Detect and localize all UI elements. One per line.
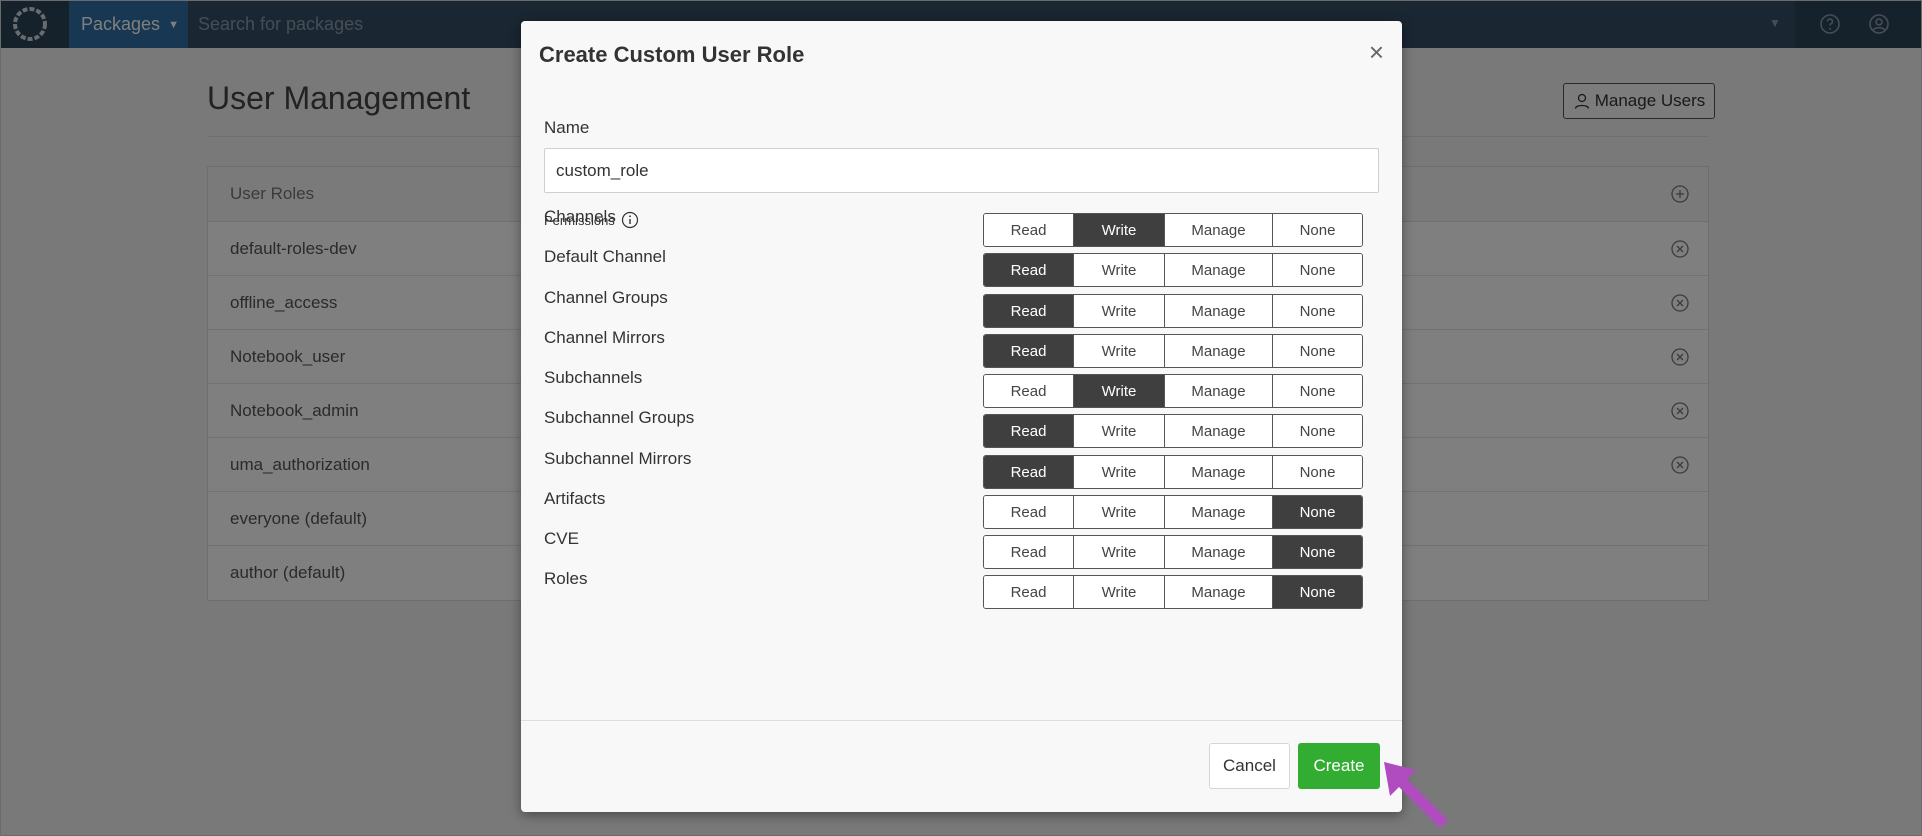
permission-level-toggle: Read Write Manage None: [983, 575, 1363, 609]
permission-name: Subchannel Groups: [544, 408, 695, 427]
create-role-modal: Create Custom User Role × Name Permissio…: [521, 21, 1402, 812]
permission-option-write[interactable]: Write: [1073, 415, 1164, 447]
permission-option-manage[interactable]: Manage: [1164, 295, 1272, 327]
role-name-field[interactable]: [544, 148, 1379, 193]
permission-option-read[interactable]: Read: [984, 415, 1073, 447]
permission-row: Channel Groups Read Write Manage None: [544, 288, 1364, 328]
permission-name: Subchannel Mirrors: [544, 449, 692, 468]
permission-level-toggle: Read Write Manage None: [983, 334, 1363, 368]
permission-option-write[interactable]: Write: [1073, 576, 1164, 608]
permission-name: CVE: [544, 529, 579, 548]
permission-option-read[interactable]: Read: [984, 536, 1073, 568]
permission-level-toggle: Read Write Manage None: [983, 253, 1363, 287]
permission-name: Artifacts: [544, 489, 606, 508]
permission-option-write[interactable]: Write: [1073, 254, 1164, 286]
permission-option-none[interactable]: None: [1272, 415, 1362, 447]
permission-level-toggle: Read Write Manage None: [983, 495, 1363, 529]
permission-option-write[interactable]: Write: [1073, 214, 1164, 246]
modal-title: Create Custom User Role: [539, 42, 805, 67]
permission-option-read[interactable]: Read: [984, 456, 1073, 488]
permission-option-manage[interactable]: Manage: [1164, 415, 1272, 447]
permission-row: Subchannel Groups Read Write Manage None: [544, 408, 1364, 448]
permission-level-toggle: Read Write Manage None: [983, 455, 1363, 489]
permission-name: Channels: [544, 207, 616, 226]
permission-level-toggle: Read Write Manage None: [983, 294, 1363, 328]
permission-option-read[interactable]: Read: [984, 335, 1073, 367]
permission-row: Channel Mirrors Read Write Manage None: [544, 328, 1364, 368]
permission-option-write[interactable]: Write: [1073, 496, 1164, 528]
permission-option-manage[interactable]: Manage: [1164, 576, 1272, 608]
permission-name: Default Channel: [544, 247, 666, 266]
permission-option-write[interactable]: Write: [1073, 295, 1164, 327]
permission-option-read[interactable]: Read: [984, 375, 1073, 407]
permission-option-write[interactable]: Write: [1073, 335, 1164, 367]
permission-name: Roles: [544, 569, 588, 588]
permission-option-manage[interactable]: Manage: [1164, 335, 1272, 367]
permission-level-toggle: Read Write Manage None: [983, 213, 1363, 247]
permission-option-read[interactable]: Read: [984, 496, 1073, 528]
permission-option-read[interactable]: Read: [984, 576, 1073, 608]
permission-row: Artifacts Read Write Manage None: [544, 489, 1364, 529]
permission-option-none[interactable]: None: [1272, 375, 1362, 407]
permission-option-manage[interactable]: Manage: [1164, 375, 1272, 407]
permission-option-none[interactable]: None: [1272, 295, 1362, 327]
modal-footer-divider: [521, 720, 1402, 721]
permission-option-none[interactable]: None: [1272, 214, 1362, 246]
permission-row: Default Channel Read Write Manage None: [544, 247, 1364, 287]
permission-name: Subchannels: [544, 368, 643, 387]
permission-option-write[interactable]: Write: [1073, 375, 1164, 407]
permission-row: Channels Read Write Manage None: [544, 207, 1364, 247]
permission-option-none[interactable]: None: [1272, 576, 1362, 608]
cancel-button[interactable]: Cancel: [1209, 743, 1290, 789]
permission-row: Roles Read Write Manage None: [544, 569, 1364, 609]
permission-option-write[interactable]: Write: [1073, 536, 1164, 568]
permission-name: Channel Groups: [544, 288, 668, 307]
permission-option-write[interactable]: Write: [1073, 456, 1164, 488]
pointer-arrow-icon: [1384, 762, 1448, 828]
permission-row: Subchannels Read Write Manage None: [544, 368, 1364, 408]
name-label: Name: [544, 118, 590, 137]
permission-name: Channel Mirrors: [544, 328, 665, 347]
permission-row: CVE Read Write Manage None: [544, 529, 1364, 569]
close-icon[interactable]: ×: [1369, 39, 1384, 65]
permission-option-read[interactable]: Read: [984, 254, 1073, 286]
permission-row: Subchannel Mirrors Read Write Manage None: [544, 449, 1364, 489]
permission-level-toggle: Read Write Manage None: [983, 535, 1363, 569]
permission-option-read[interactable]: Read: [984, 214, 1073, 246]
permission-option-manage[interactable]: Manage: [1164, 214, 1272, 246]
permission-option-manage[interactable]: Manage: [1164, 254, 1272, 286]
permission-option-manage[interactable]: Manage: [1164, 536, 1272, 568]
permission-level-toggle: Read Write Manage None: [983, 374, 1363, 408]
permission-option-none[interactable]: None: [1272, 456, 1362, 488]
permission-option-none[interactable]: None: [1272, 496, 1362, 528]
permission-option-none[interactable]: None: [1272, 536, 1362, 568]
permission-level-toggle: Read Write Manage None: [983, 414, 1363, 448]
permission-option-manage[interactable]: Manage: [1164, 456, 1272, 488]
permission-option-none[interactable]: None: [1272, 335, 1362, 367]
permission-option-manage[interactable]: Manage: [1164, 496, 1272, 528]
create-button[interactable]: Create: [1298, 743, 1380, 789]
permission-option-read[interactable]: Read: [984, 295, 1073, 327]
permission-option-none[interactable]: None: [1272, 254, 1362, 286]
